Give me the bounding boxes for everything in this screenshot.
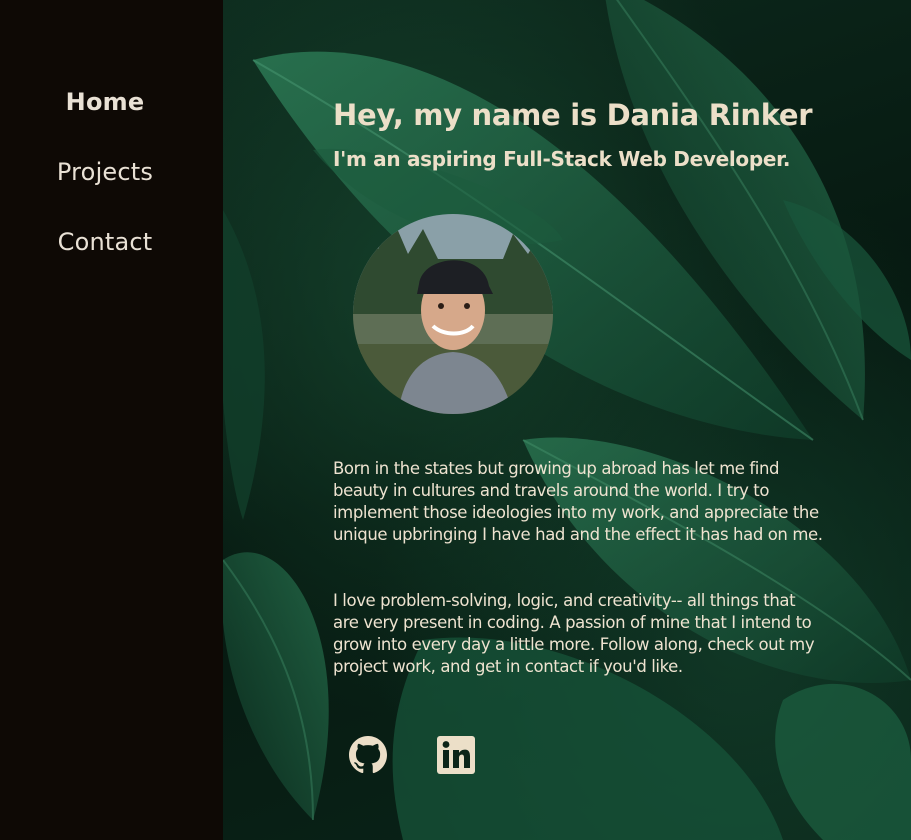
about-paragraph-1: Born in the states but growing up abroad…: [333, 459, 823, 544]
about-paragraph-2: I love problem-solving, logic, and creat…: [333, 591, 815, 676]
page-subtitle: I'm an aspiring Full-Stack Web Developer…: [333, 147, 791, 171]
github-icon[interactable]: [349, 736, 387, 774]
nav-projects-link[interactable]: Projects: [0, 158, 210, 186]
nav-contact-link[interactable]: Contact: [0, 228, 210, 256]
main-content: Hey, my name is Dania Rinker I'm an aspi…: [223, 0, 911, 840]
sidebar-nav: Home Projects Contact: [0, 0, 223, 840]
profile-photo: [353, 214, 553, 414]
linkedin-icon[interactable]: [437, 736, 475, 774]
nav-home-link[interactable]: Home: [0, 88, 210, 116]
page-title: Hey, my name is Dania Rinker: [333, 98, 813, 132]
